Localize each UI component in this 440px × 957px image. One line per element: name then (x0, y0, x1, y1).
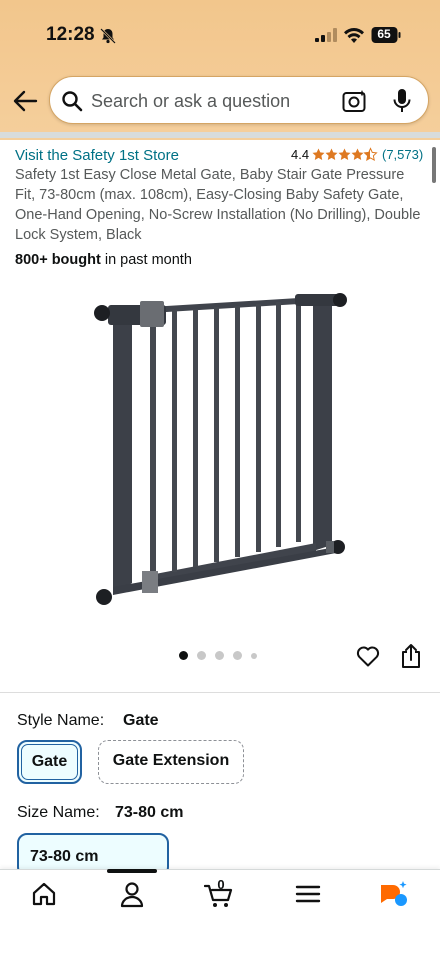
size-name-label: Size Name: (17, 804, 100, 821)
wifi-icon (344, 27, 364, 43)
mute-bell-icon (100, 28, 116, 44)
search-input[interactable]: Search or ask a question (91, 91, 290, 112)
active-tab-indicator (107, 869, 157, 873)
carousel-dot[interactable] (251, 652, 257, 659)
microphone-icon[interactable] (392, 88, 412, 114)
cart-count: 0 (217, 877, 225, 892)
style-option-label: Gate Extension (112, 752, 230, 769)
rating-count-link[interactable]: (7,573) (382, 147, 423, 162)
menu-icon[interactable] (293, 880, 323, 908)
scroll-indicator (432, 147, 436, 183)
size-name-value: 73-80 cm (115, 804, 184, 821)
star-rating-icon[interactable] (312, 147, 378, 161)
carousel-dot[interactable] (179, 651, 188, 660)
bought-count: 800+ bought (15, 252, 101, 268)
product-title: Safety 1st Easy Close Metal Gate, Baby S… (15, 167, 421, 243)
style-name-label: Style Name: (17, 712, 105, 729)
carousel-dot[interactable] (215, 651, 224, 660)
status-time: 12:28 (46, 24, 95, 45)
camera-lens-icon[interactable] (342, 89, 368, 113)
style-name-value: Gate (123, 712, 159, 729)
rating-value[interactable]: 4.4 (291, 147, 309, 162)
style-option-gate-extension[interactable]: Gate Extension (98, 740, 244, 784)
section-divider (0, 692, 440, 693)
search-icon (62, 91, 83, 112)
back-arrow-icon[interactable] (12, 88, 38, 114)
store-link[interactable]: Visit the Safety 1st Store (15, 147, 179, 164)
search-bar[interactable]: Search or ask a question (49, 76, 429, 124)
carousel-dot[interactable] (233, 651, 242, 660)
selected-outline (21, 744, 78, 780)
rufus-icon[interactable] (378, 880, 408, 908)
bought-suffix: in past month (100, 252, 192, 268)
share-icon[interactable] (400, 643, 422, 669)
status-bar: 12:28 65 (0, 0, 440, 70)
baby-gate-product-image[interactable] (90, 285, 352, 615)
style-option-gate[interactable]: Gate (17, 740, 82, 784)
header-divider (0, 132, 440, 138)
image-carousel-dots[interactable] (179, 651, 261, 661)
bought-in-past-month: 800+ bought in past month (15, 252, 192, 268)
carousel-dot[interactable] (197, 651, 206, 660)
cellular-signal-icon (315, 28, 337, 42)
heart-icon[interactable] (356, 645, 380, 667)
size-option-label: 73-80 cm (30, 848, 99, 865)
battery-level: 65 (377, 27, 391, 41)
home-icon[interactable] (29, 880, 59, 908)
account-icon[interactable] (117, 880, 147, 908)
